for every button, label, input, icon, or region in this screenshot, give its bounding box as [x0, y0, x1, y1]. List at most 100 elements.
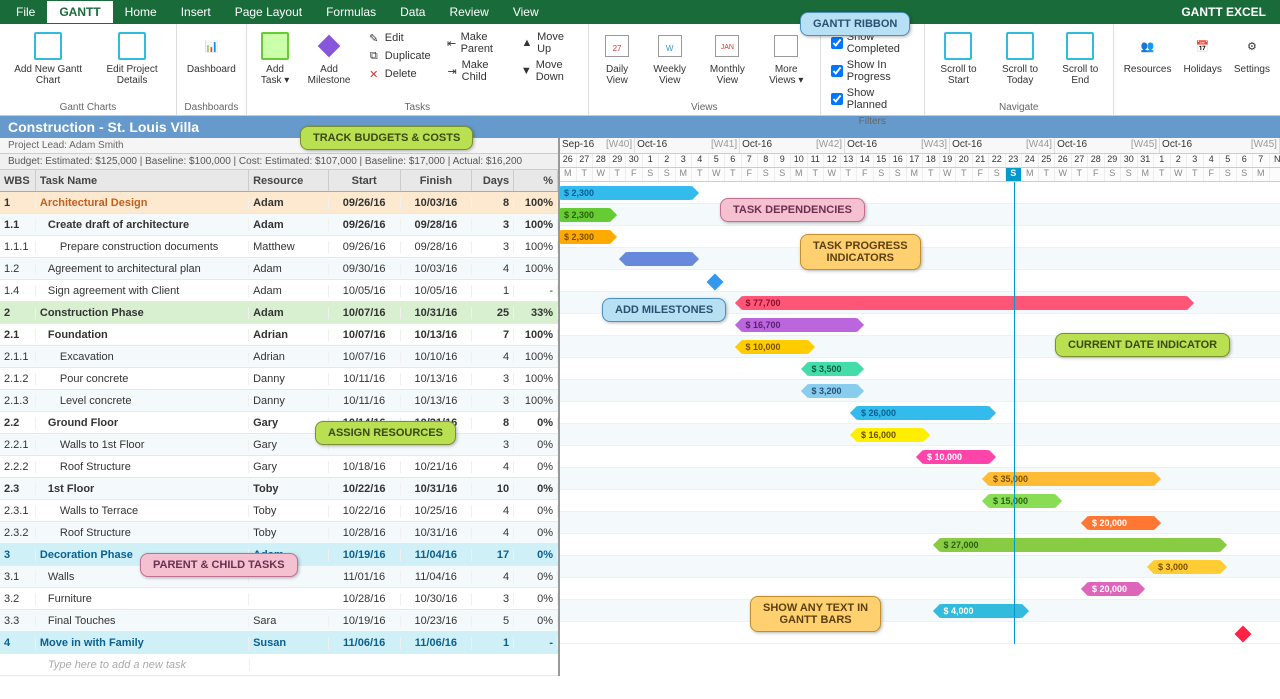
table-row[interactable]: 2.1.2Pour concreteDanny10/11/1610/13/163…: [0, 368, 558, 390]
table-row[interactable]: 2.2.2Roof StructureGary10/18/1610/21/164…: [0, 456, 558, 478]
gantt-row[interactable]: $ 2,300: [560, 182, 1280, 204]
gantt-bar[interactable]: $ 3,200: [808, 384, 858, 398]
gantt-bar[interactable]: $ 26,000: [857, 406, 989, 420]
col-start[interactable]: Start: [329, 170, 401, 191]
gantt-bar[interactable]: $ 27,000: [940, 538, 1221, 552]
gantt-row[interactable]: [560, 622, 1280, 644]
settings-button[interactable]: ⚙Settings: [1230, 28, 1274, 100]
gantt-row[interactable]: $ 15,000: [560, 490, 1280, 512]
gantt-bar[interactable]: $ 10,000: [742, 340, 808, 354]
gantt-row[interactable]: $ 3,200: [560, 380, 1280, 402]
add-milestone-button[interactable]: Add Milestone: [301, 28, 356, 100]
add-gantt-button[interactable]: Add New Gantt Chart: [6, 28, 90, 100]
group-filters-label: Filters: [827, 114, 918, 127]
gantt-bar[interactable]: $ 2,300: [560, 208, 610, 222]
col-task[interactable]: Task Name: [36, 170, 249, 191]
make-child-button[interactable]: ⇥Make Child: [443, 58, 509, 84]
table-row[interactable]: 1Architectural DesignAdam09/26/1610/03/1…: [0, 192, 558, 214]
gantt-bar[interactable]: $ 15,000: [989, 494, 1055, 508]
show-planned-check[interactable]: Show Planned: [829, 86, 916, 112]
gantt-row[interactable]: $ 35,000: [560, 468, 1280, 490]
menu-data[interactable]: Data: [388, 1, 437, 23]
holidays-button[interactable]: 📅Holidays: [1180, 28, 1226, 100]
table-row[interactable]: 2.2.1Walls to 1st FloorGary30%: [0, 434, 558, 456]
gantt-row[interactable]: $ 10,000: [560, 446, 1280, 468]
gantt-bar[interactable]: [626, 252, 692, 266]
gantt-bar[interactable]: $ 10,000: [923, 450, 989, 464]
calendar-icon: 27: [601, 30, 633, 62]
delete-button[interactable]: ✕Delete: [363, 66, 435, 82]
table-row[interactable]: 4Move in with FamilySusan11/06/1611/06/1…: [0, 632, 558, 654]
gantt-bar[interactable]: $ 20,000: [1088, 516, 1154, 530]
menu-gantt[interactable]: GANTT: [47, 1, 112, 23]
pencil-icon: ✎: [367, 31, 381, 45]
table-row[interactable]: 2.1.3Level concreteDanny10/11/1610/13/16…: [0, 390, 558, 412]
gantt-row[interactable]: $ 26,000: [560, 402, 1280, 424]
resources-button[interactable]: 👥Resources: [1120, 28, 1176, 100]
gantt-row[interactable]: $ 3,500: [560, 358, 1280, 380]
weekly-view-button[interactable]: WWeekly View: [643, 28, 696, 100]
milestone-icon[interactable]: [706, 274, 723, 291]
table-row[interactable]: 2Construction PhaseAdam10/07/1610/31/162…: [0, 302, 558, 324]
gantt-row[interactable]: $ 20,000: [560, 512, 1280, 534]
new-task-row[interactable]: Type here to add a new task: [0, 654, 558, 676]
move-down-button[interactable]: ▼Move Down: [517, 58, 580, 84]
move-up-button[interactable]: ▲Move Up: [517, 30, 580, 56]
scroll-start-button[interactable]: Scroll to Start: [931, 28, 986, 100]
add-task-button[interactable]: Add Task ▾: [253, 28, 298, 100]
menu-file[interactable]: File: [4, 1, 47, 23]
gantt-bar[interactable]: $ 3,500: [808, 362, 858, 376]
table-row[interactable]: 2.1FoundationAdrian10/07/1610/13/167100%: [0, 324, 558, 346]
scroll-today-button[interactable]: Scroll to Today: [990, 28, 1050, 100]
table-row[interactable]: 3.3Final TouchesSara10/19/1610/23/1650%: [0, 610, 558, 632]
gantt-bar[interactable]: $ 20,000: [1088, 582, 1138, 596]
menu-insert[interactable]: Insert: [169, 1, 223, 23]
gantt-bar[interactable]: $ 2,300: [560, 230, 610, 244]
gantt-bar[interactable]: $ 4,000: [940, 604, 1023, 618]
col-pct[interactable]: %: [514, 170, 558, 191]
gantt-row[interactable]: $ 27,000: [560, 534, 1280, 556]
gantt-row[interactable]: $ 16,000: [560, 424, 1280, 446]
gantt-bar[interactable]: $ 16,000: [857, 428, 923, 442]
table-row[interactable]: 3.2Furniture10/28/1610/30/1630%: [0, 588, 558, 610]
menu-view[interactable]: View: [501, 1, 551, 23]
col-finish[interactable]: Finish: [401, 170, 473, 191]
table-row[interactable]: 1.1Create draft of architectureAdam09/26…: [0, 214, 558, 236]
menu-pagelayout[interactable]: Page Layout: [223, 1, 314, 23]
table-row[interactable]: 2.2Ground FloorGary10/14/1610/21/1680%: [0, 412, 558, 434]
show-inprogress-check[interactable]: Show In Progress: [829, 58, 916, 84]
gantt-bar[interactable]: $ 2,300: [560, 186, 692, 200]
gantt-row[interactable]: [560, 270, 1280, 292]
col-res[interactable]: Resource: [249, 170, 329, 191]
milestone-icon[interactable]: [1234, 626, 1251, 643]
table-row[interactable]: 1.2Agreement to architectural planAdam09…: [0, 258, 558, 280]
gantt-chart[interactable]: Sep-16[W40]Oct-16[W41]Oct-16[W42]Oct-16[…: [560, 138, 1280, 676]
more-views-button[interactable]: More Views ▾: [759, 28, 814, 100]
gantt-bar[interactable]: $ 3,000: [1154, 560, 1220, 574]
gantt-row[interactable]: $ 3,000: [560, 556, 1280, 578]
menu-formulas[interactable]: Formulas: [314, 1, 388, 23]
col-wbs[interactable]: WBS: [0, 170, 36, 191]
scroll-end-button[interactable]: Scroll to End: [1054, 28, 1107, 100]
table-row[interactable]: 2.3.1Walls to TerraceToby10/22/1610/25/1…: [0, 500, 558, 522]
duplicate-button[interactable]: ⧉Duplicate: [363, 48, 435, 64]
daily-view-button[interactable]: 27Daily View: [595, 28, 640, 100]
menu-review[interactable]: Review: [437, 1, 500, 23]
monthly-view-button[interactable]: JANMonthly View: [700, 28, 755, 100]
dashboard-button[interactable]: 📊Dashboard: [183, 28, 240, 100]
edit-project-button[interactable]: Edit Project Details: [94, 28, 170, 100]
table-row[interactable]: 1.4Sign agreement with ClientAdam10/05/1…: [0, 280, 558, 302]
col-days[interactable]: Days: [472, 170, 514, 191]
table-row[interactable]: 1.1.1Prepare construction documentsMatth…: [0, 236, 558, 258]
gantt-row[interactable]: $ 20,000: [560, 578, 1280, 600]
edit-task-button[interactable]: ✎Edit: [363, 30, 435, 46]
make-parent-button[interactable]: ⇤Make Parent: [443, 30, 509, 56]
menu-home[interactable]: Home: [113, 1, 169, 23]
gantt-bar[interactable]: $ 77,700: [742, 296, 1188, 310]
table-row[interactable]: 2.3.2Roof StructureToby10/28/1610/31/164…: [0, 522, 558, 544]
table-row[interactable]: 2.31st FloorToby10/22/1610/31/16100%: [0, 478, 558, 500]
gantt-bar[interactable]: $ 16,700: [742, 318, 858, 332]
table-row[interactable]: 2.1.1ExcavationAdrian10/07/1610/10/16410…: [0, 346, 558, 368]
gantt-row[interactable]: $ 2,300: [560, 204, 1280, 226]
gantt-row[interactable]: $ 4,000: [560, 600, 1280, 622]
